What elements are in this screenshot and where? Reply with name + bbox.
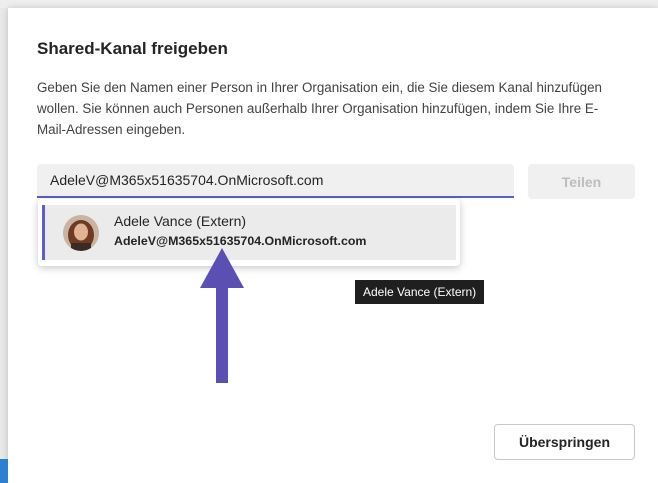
suggestion-name: Adele Vance (Extern) xyxy=(114,213,247,229)
suggestion-dropdown: Adele Vance (Extern) AdeleV@M365x5163570… xyxy=(38,199,460,266)
annotation-arrow-icon xyxy=(200,248,244,383)
people-search-input[interactable] xyxy=(37,164,514,196)
tooltip: Adele Vance (Extern) xyxy=(355,280,485,304)
dialog-title: Shared-Kanal freigeben xyxy=(37,39,228,58)
avatar xyxy=(63,215,99,251)
share-channel-dialog: Shared-Kanal freigeben Geben Sie den Nam… xyxy=(8,8,658,483)
skip-button[interactable]: Überspringen xyxy=(494,424,635,460)
background-edge xyxy=(0,459,8,483)
search-field[interactable] xyxy=(37,164,514,198)
suggestion-email: AdeleV@M365x51635704.OnMicrosoft.com xyxy=(114,234,367,248)
background-strip xyxy=(0,0,658,8)
suggestion-item[interactable]: Adele Vance (Extern) AdeleV@M365x5163570… xyxy=(42,205,456,260)
dialog-description: Geben Sie den Namen einer Person in Ihre… xyxy=(37,80,602,137)
share-button[interactable]: Teilen xyxy=(528,164,635,199)
